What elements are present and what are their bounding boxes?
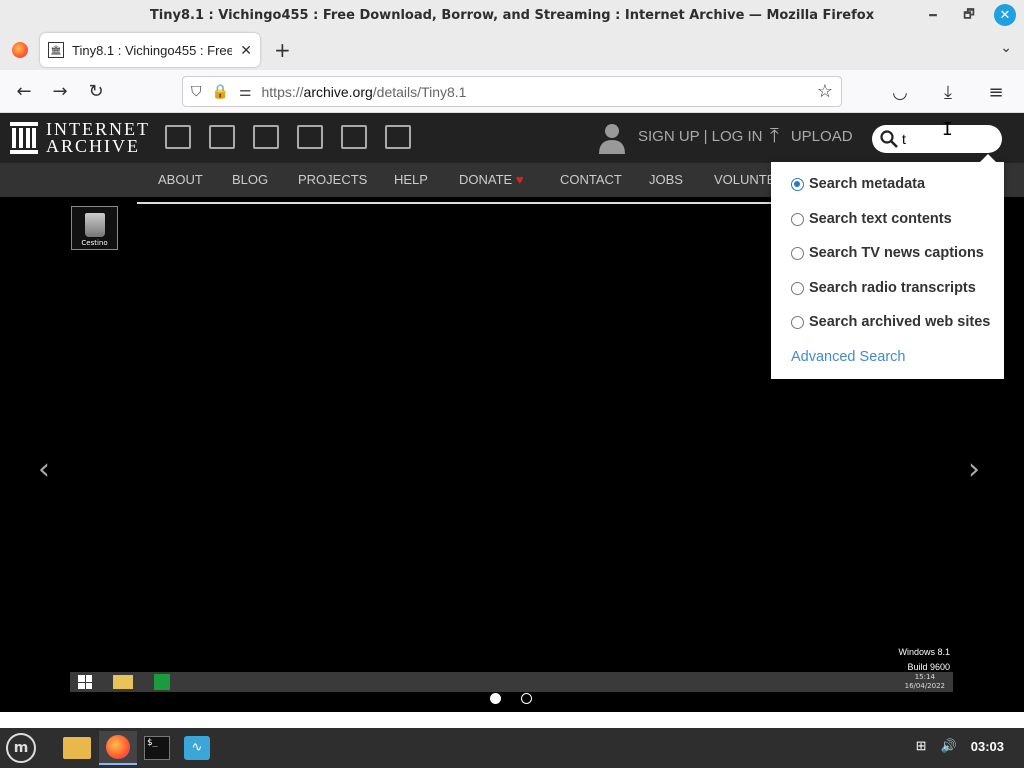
emulated-clock[interactable]: 15:14 16/04/2022 [905, 673, 945, 691]
carousel-dot-1[interactable] [490, 693, 501, 704]
url-bar[interactable]: ⛉ 🔒 ⚌ https://archive.org/details/Tiny8.… [182, 76, 842, 107]
bookmark-star-icon[interactable]: ☆ [817, 81, 833, 102]
volume-icon[interactable]: 🔊 [941, 738, 957, 754]
os-panel: m $_ ∿ ⊞ 🔊 03:03 [0, 728, 1024, 768]
windows-start-icon[interactable] [78, 675, 92, 689]
firefox-icon[interactable] [99, 731, 137, 765]
texts-icon[interactable] [209, 125, 235, 149]
lock-icon[interactable]: 🔒 [212, 83, 229, 100]
panel-clock[interactable]: 03:03 [971, 739, 1004, 754]
radio-metadata[interactable] [791, 177, 804, 191]
forward-arrow-icon[interactable]: → [42, 75, 78, 107]
heart-icon: ♥ [515, 172, 524, 187]
audio-icon[interactable] [297, 125, 323, 149]
radio-text[interactable] [791, 212, 804, 226]
search-options-dropdown: Search metadata Search text contents Sea… [771, 154, 1004, 379]
list-all-tabs-button[interactable]: ⌄ [1000, 40, 1012, 56]
option-search-tv[interactable]: Search TV news captions [791, 245, 984, 261]
pocket-icon[interactable]: ◡ [882, 76, 918, 108]
radio-web[interactable] [791, 315, 804, 329]
new-tab-button[interactable]: + [274, 38, 291, 62]
upload-arrow-icon: ⤒ [770, 125, 779, 147]
nav-help[interactable]: HELP [394, 172, 428, 187]
radio-tv[interactable] [791, 246, 804, 260]
window-title: Tiny8.1 : Vichingo455 : Free Download, B… [149, 7, 875, 23]
search-icon[interactable] [880, 130, 898, 148]
nav-contact[interactable]: CONTACT [560, 172, 622, 187]
tab-tiny81[interactable]: 🏛 Tiny8.1 : Vichingo455 : Free Download,… [40, 33, 260, 67]
close-window-button[interactable]: ✕ [994, 4, 1016, 26]
file-explorer-icon[interactable] [113, 675, 133, 689]
carousel-prev-icon[interactable]: ‹ [38, 452, 50, 487]
recycle-bin-icon[interactable]: Cestino [71, 206, 118, 250]
carousel-dot-2[interactable] [521, 693, 532, 704]
option-search-text[interactable]: Search text contents [791, 211, 952, 227]
emulated-taskbar: 15:14 16/04/2022 [70, 672, 953, 692]
permissions-icon[interactable]: ⚌ [239, 83, 252, 100]
video-icon[interactable] [253, 125, 279, 149]
window-titlebar: Tiny8.1 : Vichingo455 : Free Download, B… [0, 0, 1024, 30]
user-icon[interactable] [598, 122, 626, 154]
minimize-button[interactable]: 🗕 [922, 4, 944, 26]
system-monitor-icon[interactable]: ∿ [178, 731, 216, 765]
carousel-dots [490, 693, 532, 704]
nav-volunteer[interactable]: VOLUNTE [714, 172, 775, 187]
shield-icon[interactable]: ⛉ [191, 83, 202, 100]
archive-building-icon [10, 122, 38, 154]
store-icon[interactable] [154, 674, 170, 690]
back-arrow-icon[interactable]: ← [6, 75, 42, 107]
radio-radio[interactable] [791, 281, 804, 295]
advanced-search-link[interactable]: Advanced Search [791, 349, 905, 365]
ia-search-box[interactable] [872, 125, 1002, 153]
close-tab-icon[interactable]: ✕ [240, 42, 252, 59]
tab-bar: 🏛 Tiny8.1 : Vichingo455 : Free Download,… [0, 30, 1024, 70]
maximize-button[interactable]: 🗗 [958, 4, 980, 26]
web-icon[interactable] [165, 125, 191, 149]
page-bottom-strip [0, 712, 1024, 728]
option-search-metadata[interactable]: Search metadata [791, 176, 925, 192]
nav-jobs[interactable]: JOBS [649, 172, 683, 187]
downloads-icon[interactable]: ⤓ [930, 76, 966, 108]
url-text[interactable]: https://archive.org/details/Tiny8.1 [262, 84, 807, 100]
archive-favicon-icon: 🏛 [48, 42, 64, 58]
firefox-view-icon[interactable] [12, 42, 28, 58]
mint-menu-icon[interactable]: m [2, 731, 40, 765]
nav-blog[interactable]: BLOG [232, 172, 268, 187]
signup-login-link[interactable]: SIGN UP | LOG IN [638, 128, 762, 145]
tab-title: Tiny8.1 : Vichingo455 : Free Download, B… [72, 42, 233, 58]
nav-donate[interactable]: DONATE ♥ [459, 172, 524, 187]
option-search-radio[interactable]: Search radio transcripts [791, 280, 976, 296]
nav-projects[interactable]: PROJECTS [298, 172, 367, 187]
carousel-next-icon[interactable]: › [968, 452, 980, 487]
upload-button[interactable]: ⤒ UPLOAD [770, 125, 853, 148]
option-search-web[interactable]: Search archived web sites [791, 314, 990, 330]
menu-icon[interactable]: ≡ [978, 76, 1014, 108]
terminal-icon[interactable]: $_ [138, 731, 176, 765]
software-icon[interactable] [341, 125, 367, 149]
images-icon[interactable] [385, 125, 411, 149]
windows-version-watermark: Windows 8.1 Build 9600 [898, 647, 950, 672]
network-icon[interactable]: ⊞ [916, 738, 927, 754]
files-icon[interactable] [58, 731, 96, 765]
navigation-bar: ← → ↻ ⛉ 🔒 ⚌ https://archive.org/details/… [0, 70, 1024, 113]
ia-logo[interactable]: INTERNET ARCHIVE [10, 120, 150, 155]
reload-icon[interactable]: ↻ [78, 75, 114, 107]
nav-about[interactable]: ABOUT [158, 172, 203, 187]
text-cursor-icon: I [942, 119, 953, 140]
ia-header: INTERNET ARCHIVE SIGN UP | LOG IN ⤒ UPLOA… [0, 113, 1024, 163]
